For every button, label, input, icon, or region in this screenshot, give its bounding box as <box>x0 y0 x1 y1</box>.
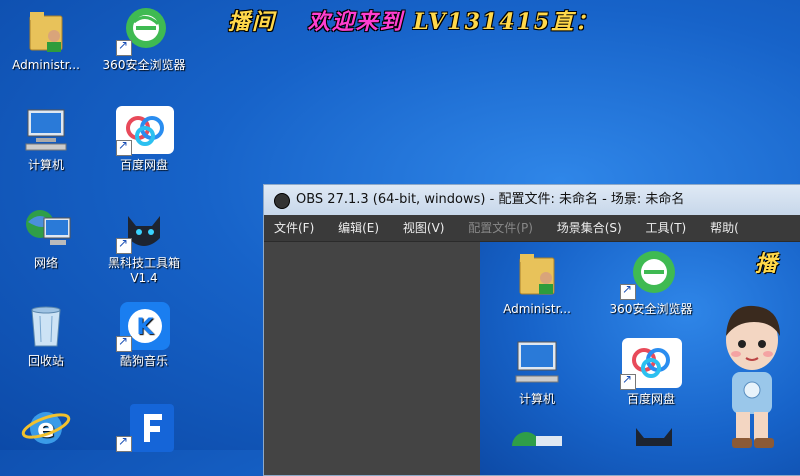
recycle-bin-icon <box>16 302 76 352</box>
preview-icon-computer: 计算机 <box>482 338 592 407</box>
obs-menu-bar: 文件(F) 编辑(E) 视图(V) 配置文件(P) 场景集合(S) 工具(T) … <box>264 215 800 241</box>
baidu-netdisk-icon <box>114 106 174 156</box>
desktop-icon-baidu-netdisk[interactable]: 百度网盘 <box>98 106 190 173</box>
shortcut-arrow-icon <box>116 38 132 56</box>
banner-part1: 播间 <box>228 9 277 35</box>
menu-scene-collection[interactable]: 场景集合(S) <box>547 215 632 241</box>
computer-icon <box>16 106 76 156</box>
desktop-icon-label: Administr... <box>12 58 80 72</box>
desktop-icon-toolbox[interactable]: 黑科技工具箱 V1.4 <box>98 204 190 286</box>
obs-left-panel <box>264 242 480 475</box>
user-folder-icon <box>504 248 570 300</box>
menu-file[interactable]: 文件(F) <box>264 215 324 241</box>
preview-icon-label: 百度网盘 <box>626 392 675 406</box>
desktop-icon-label: 网络 <box>33 256 58 270</box>
obs-title-text: OBS 27.1.3 (64-bit, windows) - 配置文件: 未命名… <box>296 192 685 207</box>
shortcut-arrow-icon <box>116 138 132 156</box>
desktop-icon-computer[interactable]: 计算机 <box>0 106 92 173</box>
desktop-icon-kugou[interactable]: K 酷狗音乐 <box>98 302 190 369</box>
banner-part2: 欢迎来到 <box>307 9 404 35</box>
desktop-icon-f-app[interactable] <box>98 402 190 454</box>
menu-view[interactable]: 视图(V) <box>393 215 455 241</box>
banner-part3: LV131415直： <box>413 9 600 35</box>
desktop-icon-label: 360安全浏览器 <box>102 58 186 72</box>
desktop-icon-label: 计算机 <box>27 158 64 172</box>
network-icon <box>16 204 76 254</box>
shortcut-arrow-icon <box>116 334 132 352</box>
shortcut-arrow-icon <box>620 282 636 300</box>
desktop-icon-label: 酷狗音乐 <box>119 354 168 368</box>
desktop-icon-ie[interactable]: e <box>0 402 92 454</box>
menu-tools[interactable]: 工具(T) <box>636 215 697 241</box>
internet-explorer-icon: e <box>16 402 76 452</box>
obs-logo-icon <box>274 193 290 209</box>
shortcut-arrow-icon <box>620 372 636 390</box>
desktop-icon-label: 黑科技工具箱 V1.4 <box>107 256 180 285</box>
stream-banner: 播间 欢迎来到 LV131415直： <box>228 4 599 36</box>
preview-banner: 播 <box>755 251 778 277</box>
desktop-icon-label: 回收站 <box>27 354 64 368</box>
svg-text:K: K <box>136 315 154 340</box>
preview-cat-icon <box>622 424 692 450</box>
shortcut-arrow-icon <box>116 236 132 254</box>
desktop-icon-label: 百度网盘 <box>119 158 168 172</box>
black-cat-icon <box>114 204 174 254</box>
preview-icon-label: 计算机 <box>518 392 555 406</box>
menu-profile[interactable]: 配置文件(P) <box>458 215 543 241</box>
preview-icon-administrator: Administr... <box>482 248 592 317</box>
desktop-icon-network[interactable]: 网络 <box>0 204 92 271</box>
f-app-icon <box>114 402 174 452</box>
preview-icon-360-browser: 360安全浏览器 <box>596 248 706 317</box>
user-folder-icon <box>16 6 76 56</box>
computer-icon <box>504 338 570 390</box>
preview-icon-baidu-netdisk: 百度网盘 <box>596 338 706 407</box>
menu-edit[interactable]: 编辑(E) <box>328 215 389 241</box>
obs-title-bar[interactable]: OBS 27.1.3 (64-bit, windows) - 配置文件: 未命名… <box>264 185 800 215</box>
360-browser-icon <box>114 6 174 56</box>
preview-network-icon <box>502 426 572 460</box>
cartoon-boy-avatar <box>718 302 786 450</box>
kugou-music-icon: K <box>114 302 174 352</box>
menu-help[interactable]: 帮助( <box>700 215 749 241</box>
preview-icon-label: Administr... <box>503 302 571 316</box>
desktop-icon-360-browser[interactable]: 360安全浏览器 <box>98 6 190 73</box>
desktop-icon-recycle-bin[interactable]: 回收站 <box>0 302 92 369</box>
baidu-netdisk-icon <box>618 338 684 390</box>
360-browser-icon <box>618 248 684 300</box>
preview-icon-label: 360安全浏览器 <box>609 302 693 316</box>
desktop-icon-administrator[interactable]: Administr... <box>0 6 92 73</box>
